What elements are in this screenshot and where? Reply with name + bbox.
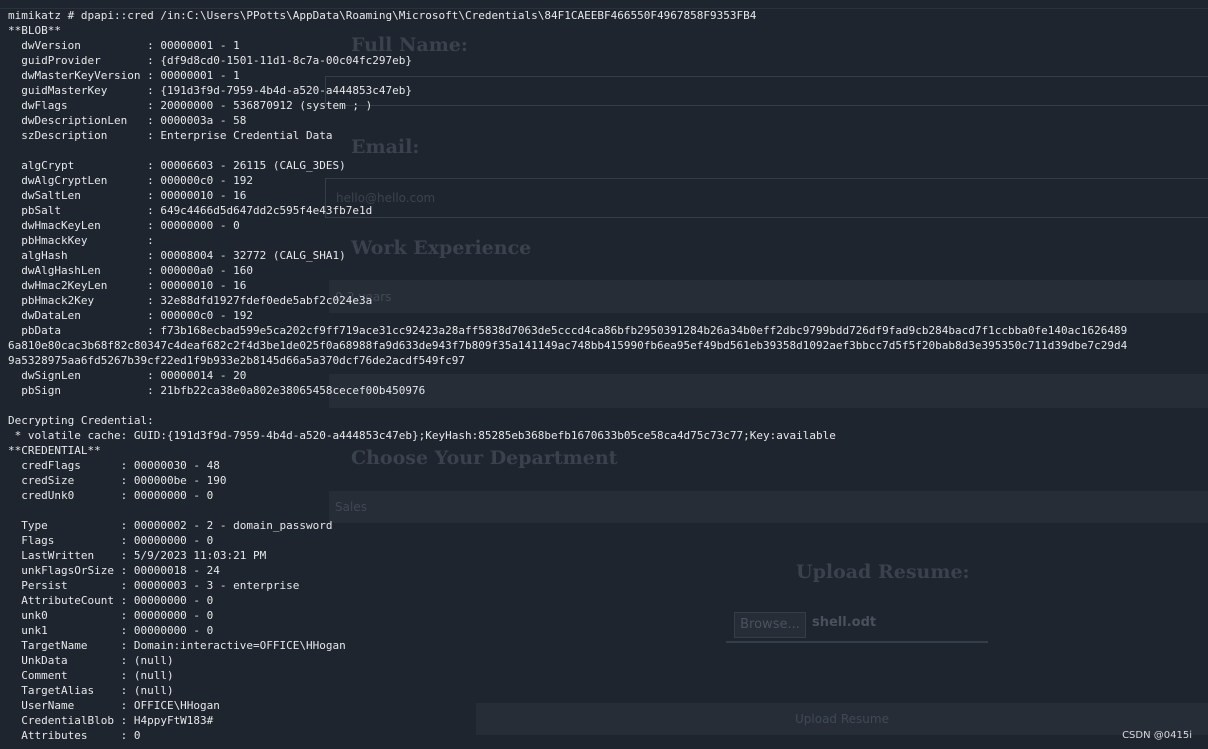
terminal-line: algHash : 00008004 - 32772 (CALG_SHA1) xyxy=(8,249,346,262)
terminal-line: Attributes : 0 xyxy=(8,729,141,742)
terminal-line: * volatile cache: GUID:{191d3f9d-7959-4b… xyxy=(8,429,836,442)
terminal-line: CredentialBlob : H4ppyFtW183# xyxy=(8,714,214,727)
experience-details-field[interactable] xyxy=(329,374,1208,408)
terminal-line: unkFlagsOrSize : 00000018 - 24 xyxy=(8,564,220,577)
terminal-line: dwAlgCryptLen : 000000c0 - 192 xyxy=(8,174,254,187)
upload-resume-label: Upload Resume: xyxy=(796,561,970,583)
terminal-line: unk0 : 00000000 - 0 xyxy=(8,609,214,622)
terminal-line: 9a5328975aa6fd5267b39cf22ed1f9b933e2b814… xyxy=(8,354,465,367)
experience-select[interactable]: 0-2 years xyxy=(329,280,1208,313)
terminal-line: dwDataLen : 000000c0 - 192 xyxy=(8,309,254,322)
department-select-value: Sales xyxy=(335,500,367,514)
email-label: Email: xyxy=(351,136,420,158)
terminal-line: algCrypt : 00006603 - 26115 (CALG_3DES) xyxy=(8,159,346,172)
terminal-line: Type : 00000002 - 2 - domain_password xyxy=(8,519,333,532)
terminal-line: pbHmack2Key : 32e88dfd1927fdef0ede5abf2c… xyxy=(8,294,373,307)
terminal-line: dwDescriptionLen : 0000003a - 58 xyxy=(8,114,247,127)
terminal-line: mimikatz # dpapi::cred /in:C:\Users\PPot… xyxy=(8,9,757,22)
upload-resume-button[interactable]: Upload Resume xyxy=(476,703,1208,735)
terminal-line: credUnk0 : 00000000 - 0 xyxy=(8,489,214,502)
terminal-line: **CREDENTIAL** xyxy=(8,444,101,457)
terminal-line: guidMasterKey : {191d3f9d-7959-4b4d-a520… xyxy=(8,84,412,97)
full-name-field[interactable] xyxy=(325,76,1208,106)
terminal-line: dwFlags : 20000000 - 536870912 (system ;… xyxy=(8,99,373,112)
terminal-line: Comment : (null) xyxy=(8,669,174,682)
terminal-line: Flags : 00000000 - 0 xyxy=(8,534,214,547)
department-label: Choose Your Department xyxy=(351,447,618,469)
terminal-line: szDescription : Enterprise Credential Da… xyxy=(8,129,333,142)
terminal-line: dwHmacKeyLen : 00000000 - 0 xyxy=(8,219,240,232)
terminal-line: unk1 : 00000000 - 0 xyxy=(8,624,214,637)
terminal-line: dwAlgHashLen : 000000a0 - 160 xyxy=(8,264,254,277)
watermark: CSDN @0415i xyxy=(1122,730,1192,741)
terminal-line: dwVersion : 00000001 - 1 xyxy=(8,39,240,52)
browse-button[interactable]: Browse... xyxy=(734,612,806,638)
terminal-line: dwSignLen : 00000014 - 20 xyxy=(8,369,247,382)
terminal-line: 6a810e80cac3b68f82c80347c4deaf682c2f4d3b… xyxy=(8,339,1128,352)
terminal-line: UnkData : (null) xyxy=(8,654,174,667)
terminal-line: TargetName : Domain:interactive=OFFICE\H… xyxy=(8,639,346,652)
terminal-line: dwHmac2KeyLen : 00000010 - 16 xyxy=(8,279,247,292)
selected-file-name: shell.odt xyxy=(812,615,877,630)
work-experience-label: Work Experience xyxy=(351,237,532,259)
terminal-line: dwMasterKeyVersion : 00000001 - 1 xyxy=(8,69,240,82)
terminal-line: Persist : 00000003 - 3 - enterprise xyxy=(8,579,300,592)
terminal-line: TargetAlias : (null) xyxy=(8,684,174,697)
terminal-line: guidProvider : {df9d8cd0-1501-11d1-8c7a-… xyxy=(8,54,412,67)
terminal-line: AttributeCount : 00000000 - 0 xyxy=(8,594,214,607)
terminal-line: credSize : 000000be - 190 xyxy=(8,474,227,487)
terminal-line: UserName : OFFICE\HHogan xyxy=(8,699,220,712)
terminal-line: LastWritten : 5/9/2023 11:03:21 PM xyxy=(8,549,267,562)
terminal-line: dwSaltLen : 00000010 - 16 xyxy=(8,189,247,202)
terminal-line: pbData : f73b168ecbad599e5ca202cf9ff719a… xyxy=(8,324,1128,337)
terminal-line: **BLOB** xyxy=(8,24,61,37)
terminal-line: pbHmackKey : xyxy=(8,234,154,247)
terminal-line: credFlags : 00000030 - 48 xyxy=(8,459,220,472)
terminal-line: Decrypting Credential: xyxy=(8,414,154,427)
terminal-line: pbSign : 21bfb22ca38e0a802e38065458cecef… xyxy=(8,384,426,397)
email-field[interactable]: hello@hello.com xyxy=(325,178,1208,218)
department-select[interactable]: Sales xyxy=(329,491,1208,523)
terminal-line: pbSalt : 649c4466d5d647dd2c595f4e43fb7e1… xyxy=(8,204,373,217)
file-input-underline xyxy=(726,641,988,643)
